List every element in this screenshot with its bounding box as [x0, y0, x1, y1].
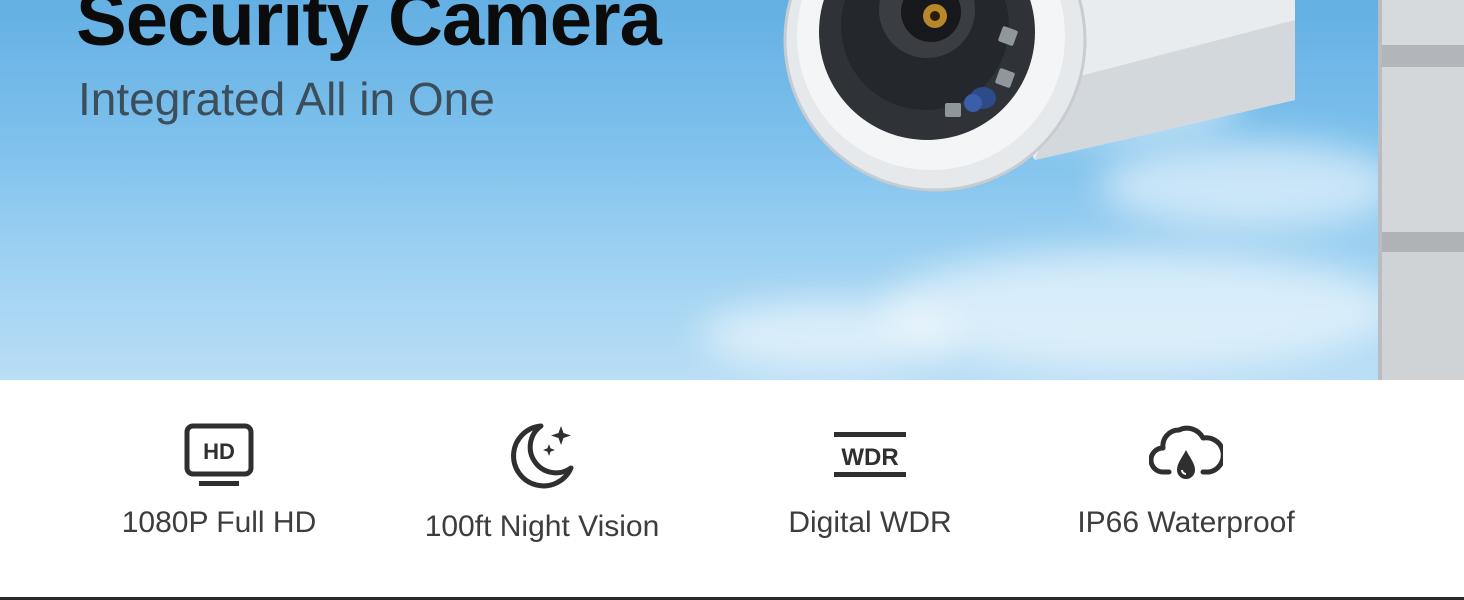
svg-text:HD: HD — [203, 439, 235, 464]
feature-label: Digital WDR — [788, 506, 952, 539]
feature-label: 100ft Night Vision — [424, 510, 660, 543]
features-strip: HD 1080P Full HD 100ft Night Vision WDR … — [0, 380, 1464, 600]
cloud-waterdrop-icon — [1149, 425, 1223, 479]
subheadline: Integrated All in One — [78, 73, 495, 125]
feature-label: IP66 Waterproof — [1077, 506, 1295, 539]
wdr-icon: WDR — [834, 432, 906, 477]
cloud — [880, 250, 1400, 370]
feature-digital-wdr: WDR Digital WDR — [770, 420, 970, 540]
moon-stars-icon — [511, 423, 574, 489]
hd-screen-icon: HD — [184, 423, 254, 486]
hero-banner: Security Camera Integrated All in One — [0, 0, 1464, 380]
security-camera-photo — [783, 0, 1295, 192]
wall-pillar — [1378, 0, 1464, 380]
feature-night-vision: 100ft Night Vision — [412, 420, 672, 544]
svg-text:WDR: WDR — [841, 444, 898, 471]
cloud — [700, 300, 960, 370]
feature-waterproof: IP66 Waterproof — [1066, 420, 1306, 540]
feature-full-hd: HD 1080P Full HD — [114, 420, 324, 540]
feature-label: 1080P Full HD — [121, 506, 317, 539]
headline: Security Camera — [76, 0, 662, 62]
